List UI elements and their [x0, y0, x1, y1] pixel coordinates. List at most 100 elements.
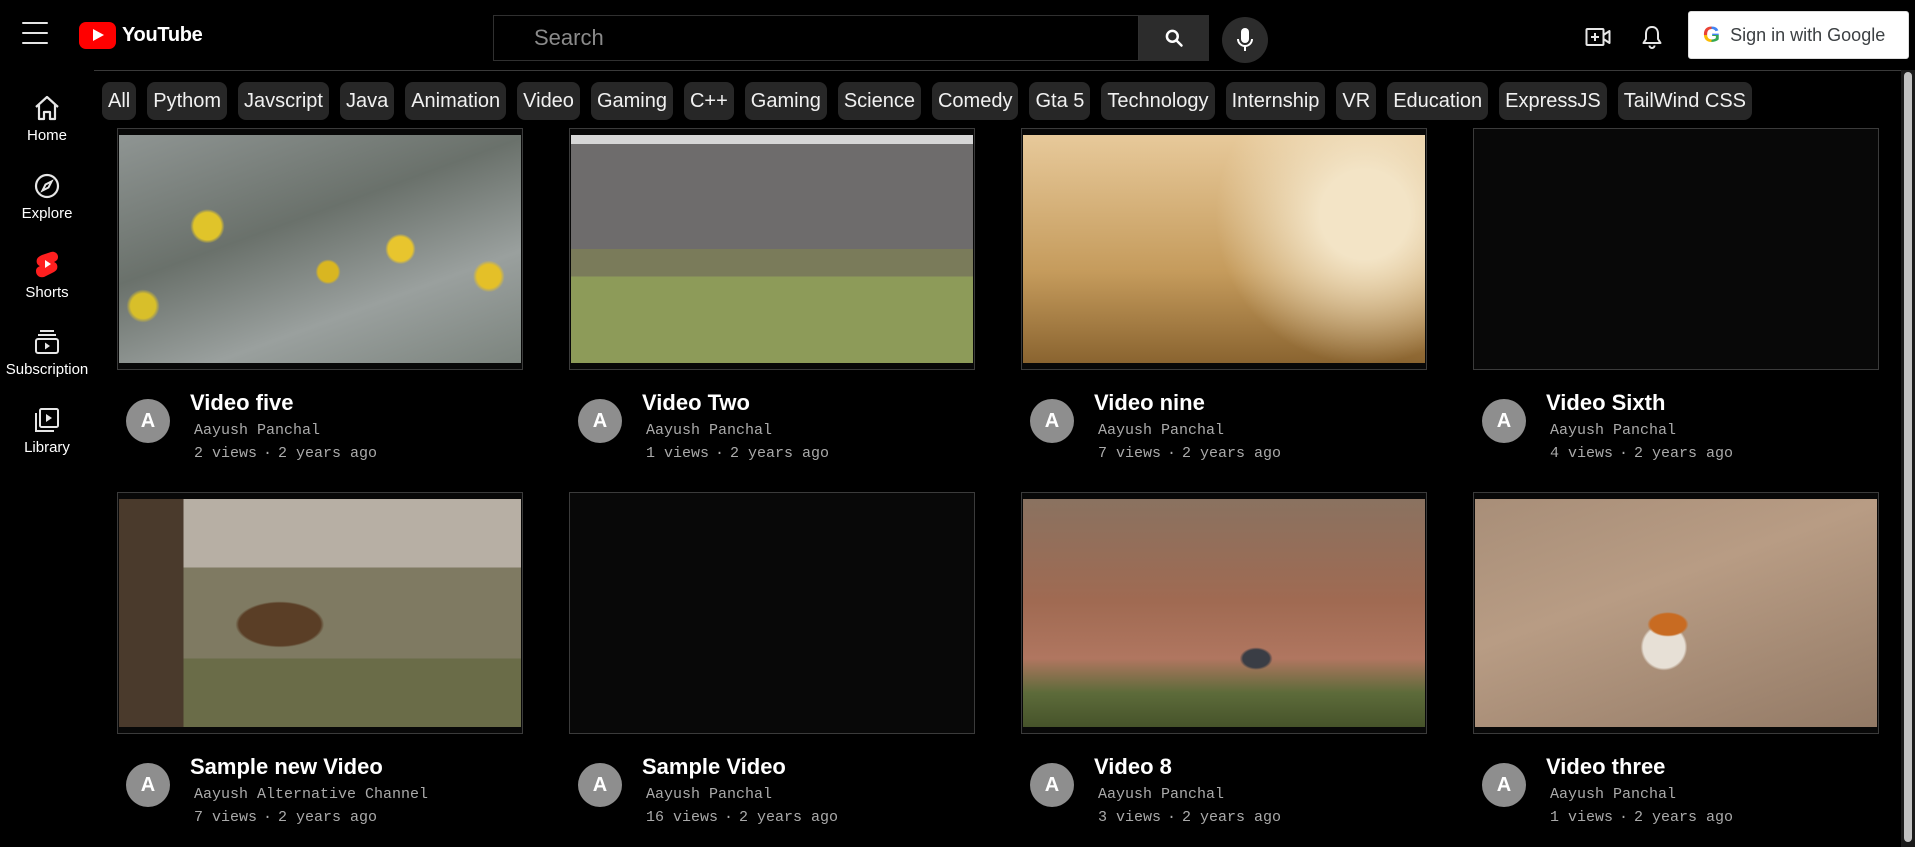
channel-name[interactable]: Aayush Alternative Channel	[194, 786, 428, 803]
scrollbar-thumb[interactable]	[1904, 72, 1912, 842]
chip-gaming[interactable]: Gaming	[590, 82, 673, 120]
video-thumbnail[interactable]	[1021, 128, 1427, 370]
avatar[interactable]: A	[1482, 763, 1526, 807]
video-meta: 2 views · 2 years ago	[194, 445, 377, 462]
meta-separator: ·	[1167, 445, 1177, 462]
page-scrollbar[interactable]	[1901, 70, 1915, 847]
sidebar-item-label: Explore	[21, 204, 73, 222]
chip-gaming-2[interactable]: Gaming	[744, 82, 827, 120]
video-meta: 1 views · 2 years ago	[646, 445, 829, 462]
chip-pythom[interactable]: Pythom	[147, 82, 228, 120]
avatar[interactable]: A	[126, 763, 170, 807]
avatar[interactable]: A	[126, 399, 170, 443]
chip-java[interactable]: Java	[339, 82, 395, 120]
search-bar	[493, 15, 1209, 61]
meta-separator: ·	[263, 809, 273, 826]
chip-javscript[interactable]: Javscript	[238, 82, 329, 120]
video-thumbnail[interactable]	[1473, 128, 1879, 370]
chip-cpp[interactable]: C++	[683, 82, 734, 120]
chip-video[interactable]: Video	[517, 82, 580, 120]
video-thumbnail[interactable]	[1473, 492, 1879, 734]
sign-in-with-google-button[interactable]: G Sign in with Google	[1688, 11, 1909, 59]
logo-text: YouTube	[122, 24, 203, 46]
chip-gta-5[interactable]: Gta 5	[1029, 82, 1091, 120]
chip-all[interactable]: All	[102, 82, 137, 120]
view-count: 16 views	[646, 809, 719, 826]
compass-icon	[34, 173, 60, 198]
video-card[interactable]: A Video Two Aayush Panchal 1 views · 2 yea…	[569, 128, 975, 468]
sidebar-item-explore[interactable]: Explore	[0, 158, 94, 236]
meta-separator: ·	[1619, 445, 1629, 462]
video-thumbnail[interactable]	[117, 492, 523, 734]
video-title[interactable]: Video 8	[1094, 754, 1172, 780]
upload-age: 2 years ago	[278, 809, 378, 826]
video-title[interactable]: Sample new Video	[190, 754, 383, 780]
microphone-icon	[1237, 28, 1253, 51]
create-video-button[interactable]	[1584, 23, 1612, 51]
channel-name[interactable]: Aayush Panchal	[646, 786, 772, 803]
video-thumbnail[interactable]	[1021, 492, 1427, 734]
subscriptions-icon	[35, 329, 59, 354]
video-card[interactable]: A Video Sixth Aayush Panchal 4 views · 2 y…	[1473, 128, 1879, 468]
chip-internship[interactable]: Internship	[1225, 82, 1326, 120]
avatar[interactable]: A	[1030, 399, 1074, 443]
view-count: 4 views	[1550, 445, 1614, 462]
view-count: 2 views	[194, 445, 258, 462]
channel-name[interactable]: Aayush Panchal	[194, 422, 320, 439]
video-camera-add-icon	[1585, 28, 1611, 46]
chip-vr[interactable]: VR	[1336, 82, 1377, 120]
chip-expressjs[interactable]: ExpressJS	[1499, 82, 1607, 120]
chip-tailwind-css[interactable]: TailWind CSS	[1617, 82, 1753, 120]
video-card[interactable]: A Video three Aayush Panchal 1 views · 2 y…	[1473, 492, 1879, 832]
video-card[interactable]: A Video nine Aayush Panchal 7 views · 2 ye…	[1021, 128, 1427, 468]
search-input[interactable]	[493, 15, 1139, 61]
sidebar-item-home[interactable]: Home	[0, 80, 94, 158]
sidebar-item-library[interactable]: Library	[0, 392, 94, 470]
upload-age: 2 years ago	[1634, 809, 1734, 826]
video-card[interactable]: A Video five Aayush Panchal 2 views · 2 ye…	[117, 128, 523, 468]
sidebar-item-shorts[interactable]: Shorts	[0, 236, 94, 314]
channel-name[interactable]: Aayush Panchal	[646, 422, 772, 439]
video-card[interactable]: A Sample Video Aayush Panchal 16 views · 2…	[569, 492, 975, 832]
channel-name[interactable]: Aayush Panchal	[1550, 786, 1676, 803]
meta-separator: ·	[1167, 809, 1177, 826]
channel-name[interactable]: Aayush Panchal	[1098, 786, 1224, 803]
search-button[interactable]	[1139, 15, 1209, 61]
avatar[interactable]: A	[578, 399, 622, 443]
upload-age: 2 years ago	[739, 809, 839, 826]
upload-age: 2 years ago	[1182, 809, 1282, 826]
video-title[interactable]: Video five	[190, 390, 294, 416]
video-title[interactable]: Video three	[1546, 754, 1665, 780]
view-count: 1 views	[646, 445, 710, 462]
chip-technology[interactable]: Technology	[1101, 82, 1215, 120]
chip-animation[interactable]: Animation	[405, 82, 507, 120]
video-card[interactable]: A Video 8 Aayush Panchal 3 views · 2 years…	[1021, 492, 1427, 832]
bell-icon	[1642, 26, 1662, 49]
menu-icon[interactable]	[22, 22, 48, 48]
google-icon: G	[1703, 22, 1721, 47]
chip-comedy[interactable]: Comedy	[931, 82, 1019, 120]
view-count: 3 views	[1098, 809, 1162, 826]
sidebar-item-subscription[interactable]: Subscription	[0, 314, 94, 392]
video-title[interactable]: Sample Video	[642, 754, 786, 780]
video-title[interactable]: Video Two	[642, 390, 750, 416]
chip-science[interactable]: Science	[837, 82, 921, 120]
notifications-button[interactable]	[1638, 23, 1666, 51]
header-divider	[94, 70, 1901, 71]
channel-name[interactable]: Aayush Panchal	[1098, 422, 1224, 439]
youtube-logo[interactable]: YouTube	[79, 22, 203, 49]
sidebar-item-label: Subscription	[5, 360, 89, 378]
video-card[interactable]: A Sample new Video Aayush Alternative Ch…	[117, 492, 523, 832]
avatar[interactable]: A	[1030, 763, 1074, 807]
video-thumbnail[interactable]	[117, 128, 523, 370]
video-thumbnail[interactable]	[569, 492, 975, 734]
video-title[interactable]: Video Sixth	[1546, 390, 1665, 416]
channel-name[interactable]: Aayush Panchal	[1550, 422, 1676, 439]
video-title[interactable]: Video nine	[1094, 390, 1205, 416]
voice-search-button[interactable]	[1222, 17, 1268, 63]
chip-education[interactable]: Education	[1387, 82, 1489, 120]
meta-separator: ·	[1619, 809, 1629, 826]
avatar[interactable]: A	[1482, 399, 1526, 443]
avatar[interactable]: A	[578, 763, 622, 807]
video-thumbnail[interactable]	[569, 128, 975, 370]
